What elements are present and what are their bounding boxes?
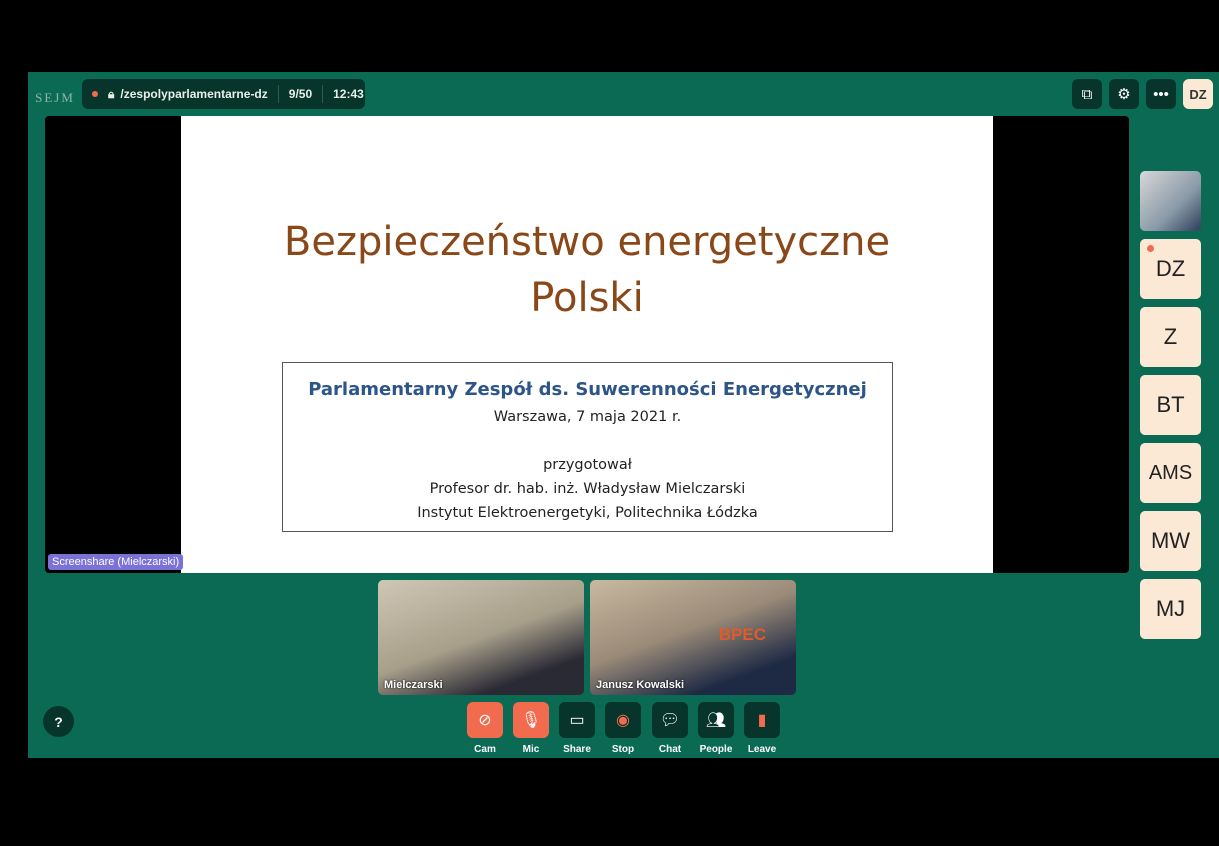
- participant-count: 9/50: [288, 87, 313, 101]
- camera-off-icon: ⊘: [467, 702, 503, 738]
- screenshare-label: Screenshare (Mielczarski): [48, 554, 184, 570]
- meeting-info-bar: 🔒︎ /zespolyparlamentarne-dz 9/50 12:43: [82, 79, 365, 109]
- participant-tile[interactable]: AMS: [1140, 443, 1201, 503]
- screenshare-stage: Bezpieczeństwo energetyczne Polski Parla…: [45, 116, 1129, 573]
- slide-title: Bezpieczeństwo energetyczne Polski: [181, 214, 993, 326]
- slide-author: Profesor dr. hab. inż. Władysław Mielcza…: [429, 481, 746, 497]
- meeting-app: SEJM 🔒︎ /zespolyparlamentarne-dz 9/50 12…: [28, 72, 1219, 758]
- more-button[interactable]: •••: [1146, 79, 1176, 109]
- meeting-url[interactable]: /zespolyparlamentarne-dz: [120, 87, 267, 101]
- participant-tile[interactable]: DZ: [1140, 239, 1201, 299]
- slide-box-heading: Parlamentarny Zespół ds. Suwerenności En…: [308, 379, 867, 400]
- slide-info-box: Parlamentarny Zespół ds. Suwerenności En…: [282, 362, 893, 532]
- participant-tile[interactable]: BT: [1140, 375, 1201, 435]
- cam-button[interactable]: ⊘ Cam: [467, 702, 503, 755]
- speaking-dot-icon: [1147, 245, 1154, 252]
- people-button[interactable]: 👥︎ People: [698, 702, 734, 755]
- presentation-slide: Bezpieczeństwo energetyczne Polski Parla…: [181, 116, 993, 573]
- help-button[interactable]: ?: [43, 706, 74, 737]
- monitor-icon: ▭: [559, 702, 595, 738]
- mic-button[interactable]: 🎙︎ Mic: [513, 702, 549, 755]
- divider: [277, 85, 279, 103]
- record-stop-icon: ◉: [605, 702, 641, 738]
- chat-icon: 💬︎: [652, 702, 688, 738]
- participant-tile[interactable]: MW: [1140, 511, 1201, 571]
- meeting-time: 12:43: [333, 87, 364, 101]
- video-tile-kowalski[interactable]: BPEC Janusz Kowalski: [590, 580, 796, 695]
- share-button[interactable]: ▭ Share: [559, 702, 595, 755]
- divider: [322, 85, 324, 103]
- sejm-logo: SEJM: [35, 90, 75, 105]
- slide-date: Warszawa, 7 maja 2021 r.: [493, 409, 682, 425]
- leave-label: Leave: [747, 744, 777, 755]
- bpec-logo: BPEC: [718, 625, 766, 644]
- pip-button[interactable]: ⧉: [1072, 79, 1102, 109]
- picture-in-picture-icon: ⧉: [1081, 85, 1093, 103]
- more-icon: •••: [1153, 85, 1169, 103]
- recording-dot-icon: [92, 91, 98, 97]
- mic-off-icon: 🎙︎: [513, 702, 549, 738]
- settings-button[interactable]: ⚙: [1109, 79, 1139, 109]
- slide-title-line1: Bezpieczeństwo energetyczne: [283, 219, 891, 265]
- slide-title-line2: Polski: [530, 275, 644, 321]
- video-name: Mielczarski: [384, 679, 443, 691]
- participant-video-thumbnail[interactable]: [1140, 171, 1201, 231]
- leave-button[interactable]: ▮ Leave: [744, 702, 780, 755]
- participant-tile[interactable]: Z: [1140, 307, 1201, 367]
- participant-tile[interactable]: MJ: [1140, 579, 1201, 639]
- lock-icon: 🔒︎: [108, 86, 115, 101]
- user-avatar[interactable]: DZ: [1183, 79, 1213, 109]
- slide-institute: Instytut Elektroenergetyki, Politechnika…: [417, 505, 758, 521]
- stop-button[interactable]: ◉ Stop: [605, 702, 641, 755]
- participant-initials: DZ: [1155, 256, 1186, 281]
- gear-icon: ⚙: [1117, 86, 1131, 103]
- chat-button[interactable]: 💬︎ Chat: [652, 702, 688, 755]
- door-icon: ▮: [744, 702, 780, 738]
- video-name: Janusz Kowalski: [596, 679, 685, 691]
- slide-prepared: przygotował: [543, 457, 632, 473]
- people-icon: 👥︎: [698, 702, 734, 738]
- video-tile-mielczarski[interactable]: Mielczarski: [378, 580, 584, 695]
